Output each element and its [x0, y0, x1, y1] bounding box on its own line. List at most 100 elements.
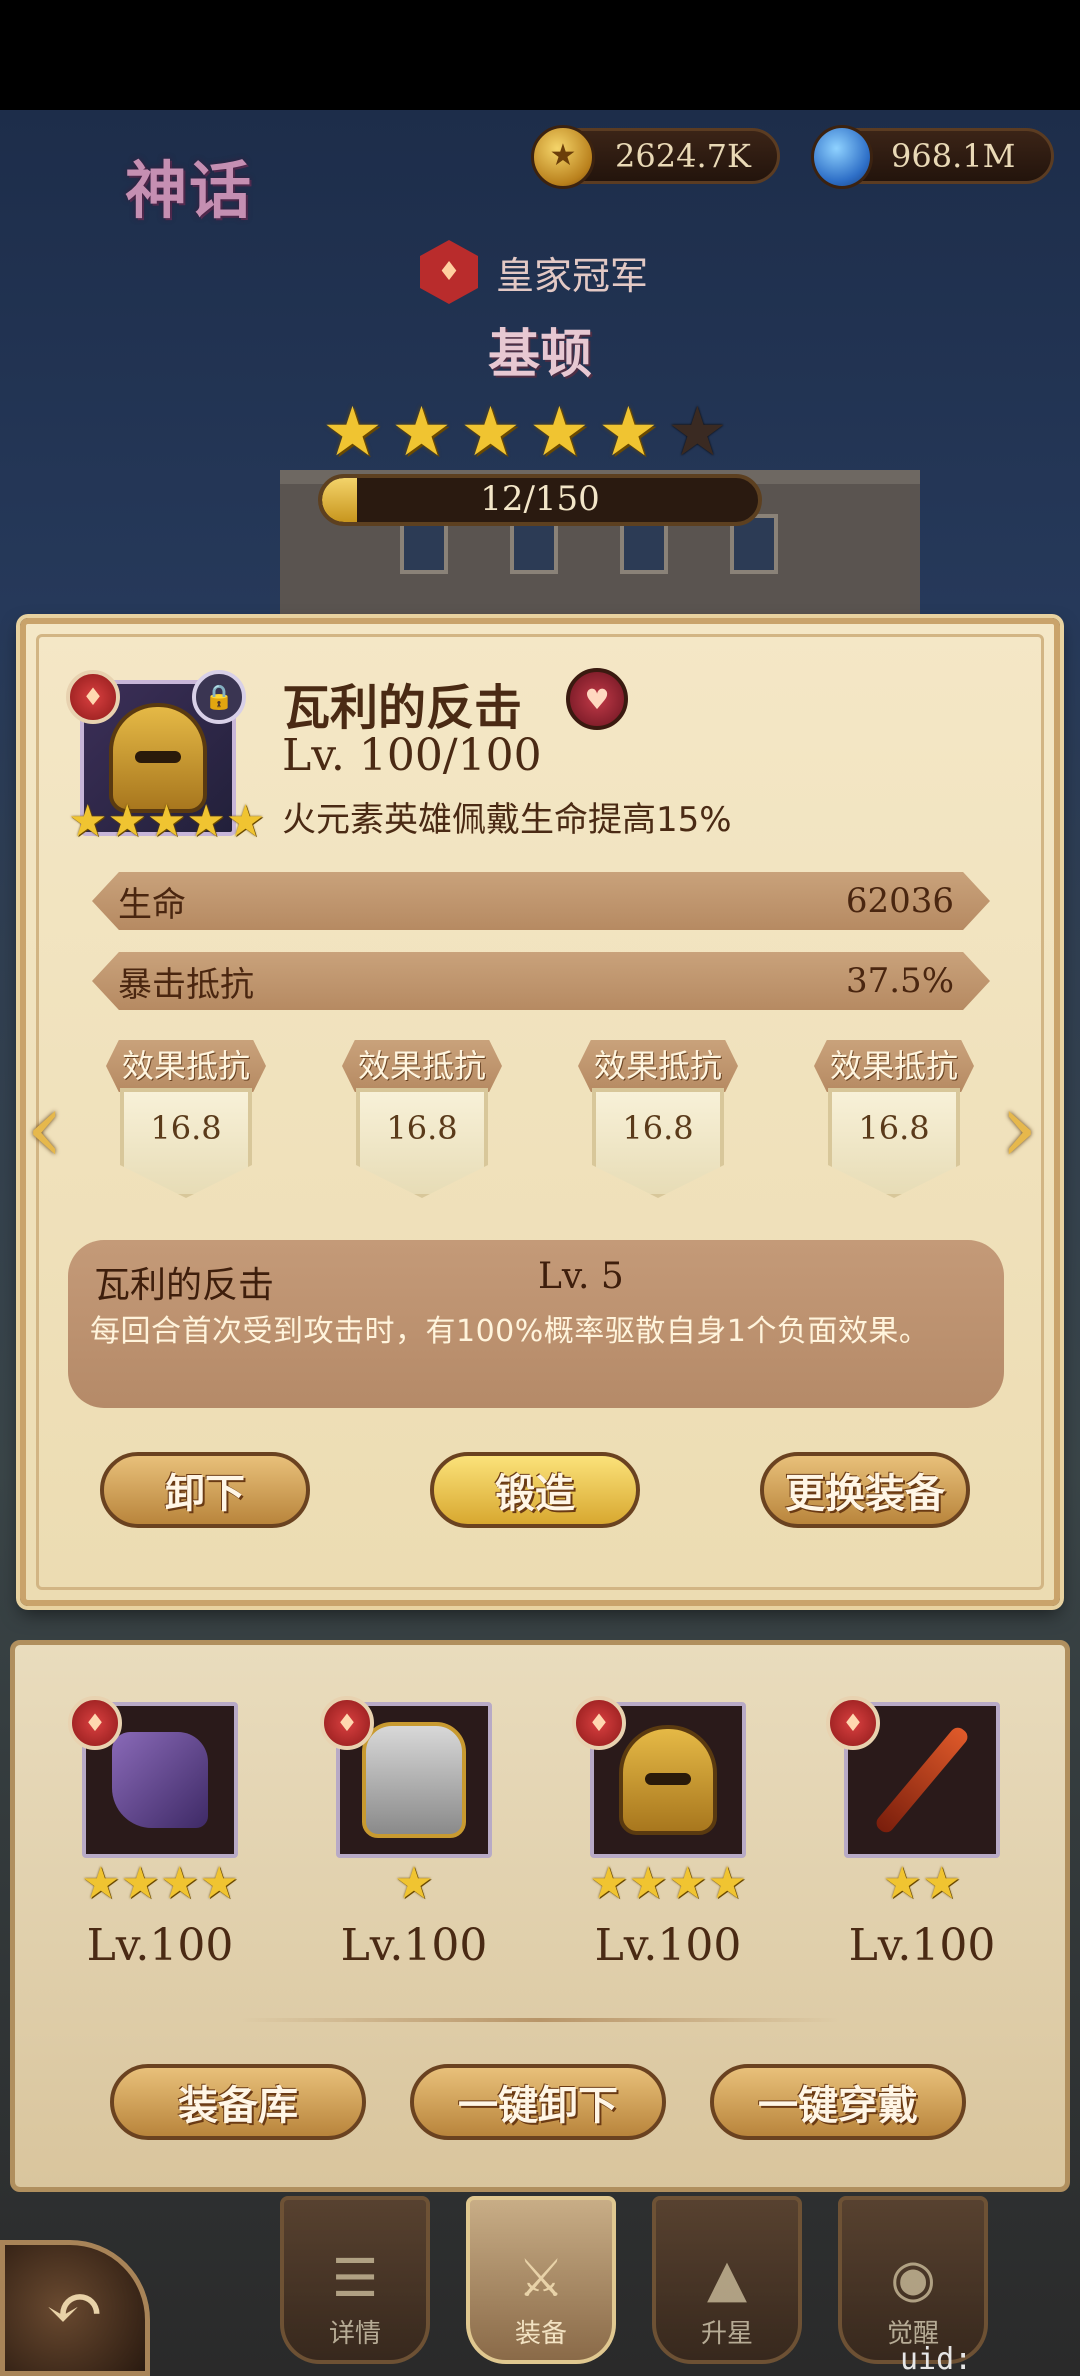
star-icon: ★ [628, 1858, 668, 1909]
helmet-icon [619, 1725, 717, 1835]
slot-star-rating: ★ ★ [834, 1862, 1010, 1906]
unequip-button[interactable]: 卸下 [100, 1452, 310, 1528]
equip-all-button[interactable]: 一键穿戴 [710, 2064, 966, 2140]
stat-label: 暴击抵抗 [118, 964, 254, 1005]
forge-button[interactable]: 锻造 [430, 1452, 640, 1528]
xp-text: 12/150 [480, 479, 600, 519]
next-arrow-icon[interactable]: › [994, 1058, 1044, 1198]
star-icon: ★ [390, 393, 452, 472]
tab-label: 装备 [514, 2319, 567, 2349]
armor-icon [362, 1722, 466, 1838]
equipment-name: 瓦利的反击 [282, 680, 523, 736]
fire-element-badge-icon: ♦ [572, 1696, 626, 1750]
star-icon: ★ [120, 1858, 160, 1909]
set-emblem-icon[interactable]: ♥ [566, 668, 628, 730]
substat-label: 效果抵抗 [342, 1040, 502, 1092]
gold-coin-icon: ★ [531, 125, 595, 189]
tab-awaken[interactable]: ◉ 觉醒 [838, 2196, 988, 2364]
faction-name: 皇家冠军 [496, 253, 649, 298]
skill-level: Lv. 5 [538, 1256, 624, 1297]
substat-shield: 效果抵抗 16.8 [106, 1040, 266, 1198]
unequip-all-button[interactable]: 一键卸下 [410, 2064, 666, 2140]
details-icon: ☰ [331, 2249, 379, 2309]
fire-element-badge-icon: ♦ [320, 1696, 374, 1750]
stat-row-hp: 生命 62036 [92, 872, 990, 930]
star-icon: ★ [668, 1858, 708, 1909]
star-icon: ★ [597, 393, 659, 472]
prev-arrow-icon[interactable]: ‹ [20, 1058, 70, 1198]
fire-element-badge-icon: ♦ [68, 1696, 122, 1750]
inventory-button[interactable]: 装备库 [110, 2064, 366, 2140]
slot-level: Lv.100 [340, 1920, 488, 1971]
lock-icon[interactable]: 🔒 [192, 670, 246, 724]
equipment-level: Lv. 100/100 [282, 730, 542, 781]
star-icon: ★ [199, 1858, 239, 1909]
rarity-label: 神话 [125, 154, 254, 227]
substat-value: 16.8 [120, 1088, 252, 1198]
star-icon: ★ [882, 1858, 922, 1909]
slot-level: Lv.100 [848, 1920, 996, 1971]
mana-amount: 968.1M [891, 137, 1016, 175]
star-icon: ★ [146, 796, 187, 847]
substat-label: 效果抵抗 [578, 1040, 738, 1092]
star-icon: ★ [107, 796, 147, 847]
tab-details[interactable]: ☰ 详情 [280, 2196, 430, 2364]
slot-star-rating: ★ ★ ★ ★ [580, 1862, 756, 1906]
fire-element-badge-icon: ♦ [826, 1696, 880, 1750]
bottom-nav: ☰ 详情 ⚔ 装备 ▲ 升星 ◉ 觉醒 [280, 2196, 988, 2364]
stat-value: 62036 [845, 881, 954, 921]
star-icon: ★ [528, 393, 590, 472]
tab-star-up[interactable]: ▲ 升星 [652, 2196, 802, 2364]
hero-star-rating: ★ ★ ★ ★ ★ ★ [322, 398, 728, 468]
substat-value: 16.8 [356, 1088, 488, 1198]
star-icon: ★ [225, 796, 266, 847]
stat-row-crit-resist: 暴击抵抗 37.5% [92, 952, 990, 1010]
gold-currency[interactable]: ★ 2624.7K [531, 125, 780, 189]
substat-value: 16.8 [592, 1088, 724, 1198]
star-icon: ★ [459, 393, 521, 472]
gauntlet-icon [112, 1732, 208, 1828]
slot-star-rating: ★ ★ ★ ★ [72, 1862, 248, 1906]
star-icon: ★ [922, 1858, 962, 1909]
substat-shield: 效果抵抗 16.8 [814, 1040, 974, 1198]
star-icon: ★ [81, 1858, 121, 1909]
gold-amount: 2624.7K [615, 137, 751, 175]
equipment-star-rating: ★ ★ ★ ★ ★ [68, 800, 265, 844]
mana-currency[interactable]: 968.1M [811, 125, 1054, 189]
star-icon: ★ [68, 796, 108, 847]
ornament-divider [240, 2018, 840, 2022]
equipment-icon: ⚔ [517, 2249, 565, 2309]
fire-element-badge-icon: ♦ [66, 670, 120, 724]
tab-equipment[interactable]: ⚔ 装备 [466, 2196, 616, 2364]
tab-label: 升星 [700, 2319, 753, 2349]
replace-equipment-button[interactable]: 更换装备 [760, 1452, 970, 1528]
awaken-icon: ◉ [890, 2249, 936, 2309]
mana-potion-icon [811, 125, 873, 189]
skill-description: 每回合首次受到攻击时，有100%概率驱散自身1个负面效果。 [90, 1314, 930, 1349]
slot-star-rating: ★ [326, 1862, 502, 1906]
slot-level: Lv.100 [594, 1920, 742, 1971]
tab-label: 详情 [328, 2319, 381, 2349]
stat-value: 37.5% [845, 961, 954, 1001]
star-icon: ★ [160, 1858, 200, 1909]
staff-icon [873, 1724, 971, 1836]
substat-label: 效果抵抗 [106, 1040, 266, 1092]
substat-label: 效果抵抗 [814, 1040, 974, 1092]
fire-faction-icon: ♦ [420, 240, 478, 304]
skill-box: 瓦利的反击 Lv. 5 每回合首次受到攻击时，有100%概率驱散自身1个负面效果… [68, 1240, 1004, 1408]
star-icon: ★ [322, 393, 383, 472]
star-icon: ★ [186, 796, 226, 847]
star-up-icon: ▲ [707, 2249, 747, 2309]
star-icon: ★ [589, 1858, 629, 1909]
substat-shield: 效果抵抗 16.8 [578, 1040, 738, 1198]
substat-shield: 效果抵抗 16.8 [342, 1040, 502, 1198]
user-id: uid: 799342 [900, 2342, 973, 2376]
star-icon: ★ [666, 393, 728, 472]
substat-value: 16.8 [828, 1088, 960, 1198]
hero-name: 基顿 [487, 324, 592, 385]
slot-level: Lv.100 [86, 1920, 234, 1971]
faction: ♦ 皇家冠军 [420, 240, 648, 304]
skill-name: 瓦利的反击 [94, 1265, 275, 1306]
star-icon: ★ [707, 1858, 747, 1909]
back-arrow-icon: ↶ [45, 2267, 105, 2349]
